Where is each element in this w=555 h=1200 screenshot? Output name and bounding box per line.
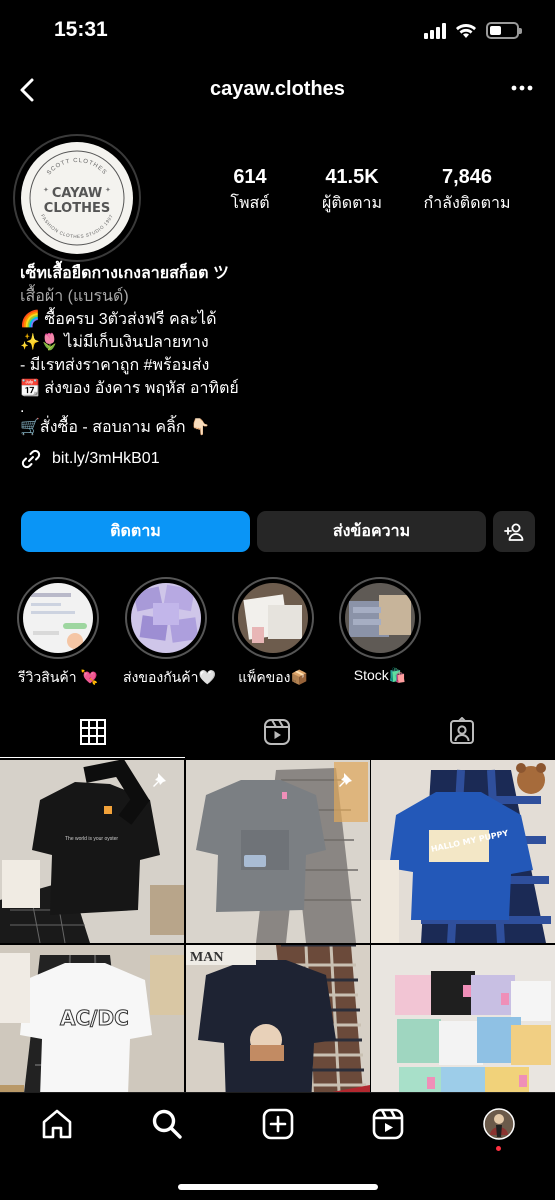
svg-text:CLOTHES: CLOTHES (44, 201, 110, 216)
svg-text:SCOTT CLOTHES: SCOTT CLOTHES (46, 158, 107, 176)
profile-avatar-ring[interactable]: SCOTT CLOTHES FASHION CLOTHES STUDIO 199… (13, 134, 141, 262)
svg-text:✦: ✦ (43, 186, 49, 194)
grid-icon[interactable] (78, 717, 108, 747)
highlight-label: ส่งของกันค้า🤍 (123, 669, 216, 685)
highlight-reviews[interactable]: รีวิวสินค้า 💘 (15, 577, 101, 689)
bio-line: . (20, 399, 25, 416)
svg-text:CAYAW: CAYAW (52, 186, 102, 201)
follow-button[interactable]: ติดตาม (21, 511, 250, 552)
svg-text:MAN: MAN (190, 950, 223, 965)
profile-link-text: bit.ly/3mHkB01 (52, 450, 160, 467)
stat-posts-count: 614 (233, 166, 267, 188)
post-grid: The world is your oyster HALLO MY PUPPY … (0, 760, 555, 1128)
highlight-cover (345, 583, 415, 653)
profile-link[interactable]: bit.ly/3mHkB01 (20, 447, 540, 470)
home-icon[interactable] (40, 1107, 74, 1141)
reels-nav-icon[interactable] (371, 1107, 405, 1141)
battery-icon (486, 22, 522, 39)
stat-following[interactable]: 7,846 กำลังติดตาม (404, 166, 530, 216)
wifi-icon (456, 23, 476, 38)
more-dots-icon[interactable] (509, 76, 535, 100)
bio-line: 🛒สั่งซื้อ - สอบถาม คลิ้ก 👇🏻 (20, 419, 210, 436)
add-person-icon (504, 523, 524, 541)
highlight-label: แพ็คของ📦 (238, 669, 308, 685)
highlight-cover (131, 583, 201, 653)
pinned-icon (338, 773, 352, 787)
svg-text:FASHION CLOTHES STUDIO 1997: FASHION CLOTHES STUDIO 1997 (40, 213, 114, 239)
profile-category: เสื้อผ้า (แบรนด์) (20, 288, 129, 305)
post-thumbnail[interactable]: The world is your oyster (0, 760, 184, 943)
status-icons (424, 22, 522, 39)
bottom-nav (0, 1092, 555, 1200)
bio-line: ✨🌷 ไม่มีเก็บเงินปลายทาง (20, 334, 209, 351)
signal-icon (424, 22, 446, 39)
post-thumbnail[interactable] (185, 760, 370, 943)
profile-avatar: SCOTT CLOTHES FASHION CLOTHES STUDIO 199… (21, 142, 133, 254)
bio-line: - มีเรทส่งราคาถูก #พร้อมส่ง (20, 357, 210, 374)
stat-posts[interactable]: 614 โพสต์ (200, 166, 300, 216)
reels-icon[interactable] (262, 717, 292, 747)
status-bar: 15:31 (0, 0, 555, 62)
stat-followers[interactable]: 41.5K ผู้ติดตาม (300, 166, 404, 216)
stat-followers-label: ผู้ติดตาม (321, 195, 383, 212)
highlight-shipping[interactable]: ส่งของกันค้า🤍 (123, 577, 216, 689)
stat-following-label: กำลังติดตาม (423, 195, 511, 212)
stat-following-count: 7,846 (441, 166, 493, 188)
highlight-packing[interactable]: แพ็คของ📦 (230, 577, 316, 689)
notification-dot (496, 1146, 501, 1151)
profile-username: cayaw.clothes (210, 78, 345, 100)
highlight-cover (238, 583, 308, 653)
profile-bio: เซ็ทเสื้อยืดกางเกงลายสก็อต ツ เสื้อผ้า (แ… (20, 262, 540, 470)
post-thumbnail[interactable]: HALLO MY PUPPY (371, 760, 555, 943)
link-icon (21, 449, 41, 468)
pinned-icon (153, 773, 166, 787)
highlight-ring (125, 577, 207, 659)
highlight-stock[interactable]: Stock🛍️ (337, 577, 423, 684)
stat-followers-count: 41.5K (325, 166, 379, 188)
active-tab-indicator (0, 757, 185, 758)
svg-text:AC/DC: AC/DC (60, 1006, 129, 1030)
highlight-label: รีวิวสินค้า 💘 (18, 669, 98, 685)
search-icon[interactable] (150, 1107, 184, 1141)
svg-text:✦: ✦ (105, 186, 111, 194)
suggested-users-button[interactable] (493, 511, 535, 552)
create-icon[interactable] (261, 1107, 295, 1141)
bio-line: 📆 ส่งของ อังคาร พฤหัส อาทิตย์ (20, 380, 239, 397)
status-time: 15:31 (54, 18, 108, 41)
home-indicator (178, 1184, 378, 1190)
highlight-ring (232, 577, 314, 659)
stat-posts-label: โพสต์ (230, 195, 270, 212)
profile-avatar[interactable] (482, 1107, 516, 1141)
bio-line: 🌈 ซื้อครบ 3ตัวส่งฟรี คละได้ (20, 311, 217, 328)
message-button[interactable]: ส่งข้อความ (257, 511, 486, 552)
highlight-cover (23, 583, 93, 653)
profile-stats: 614 โพสต์ 41.5K ผู้ติดตาม 7,846 กำลังติด… (200, 166, 530, 216)
highlight-ring (17, 577, 99, 659)
tagged-icon[interactable] (447, 717, 477, 747)
svg-text:The world is your oyster: The world is your oyster (65, 836, 118, 842)
profile-header: cayaw.clothes (0, 70, 555, 110)
brand-logo: SCOTT CLOTHES FASHION CLOTHES STUDIO 199… (29, 150, 125, 246)
profile-name: เซ็ทเสื้อยืดกางเกงลายสก็อต ツ (20, 265, 230, 282)
highlight-ring (339, 577, 421, 659)
highlight-label: Stock🛍️ (353, 667, 407, 683)
profile-tabs (0, 705, 555, 759)
